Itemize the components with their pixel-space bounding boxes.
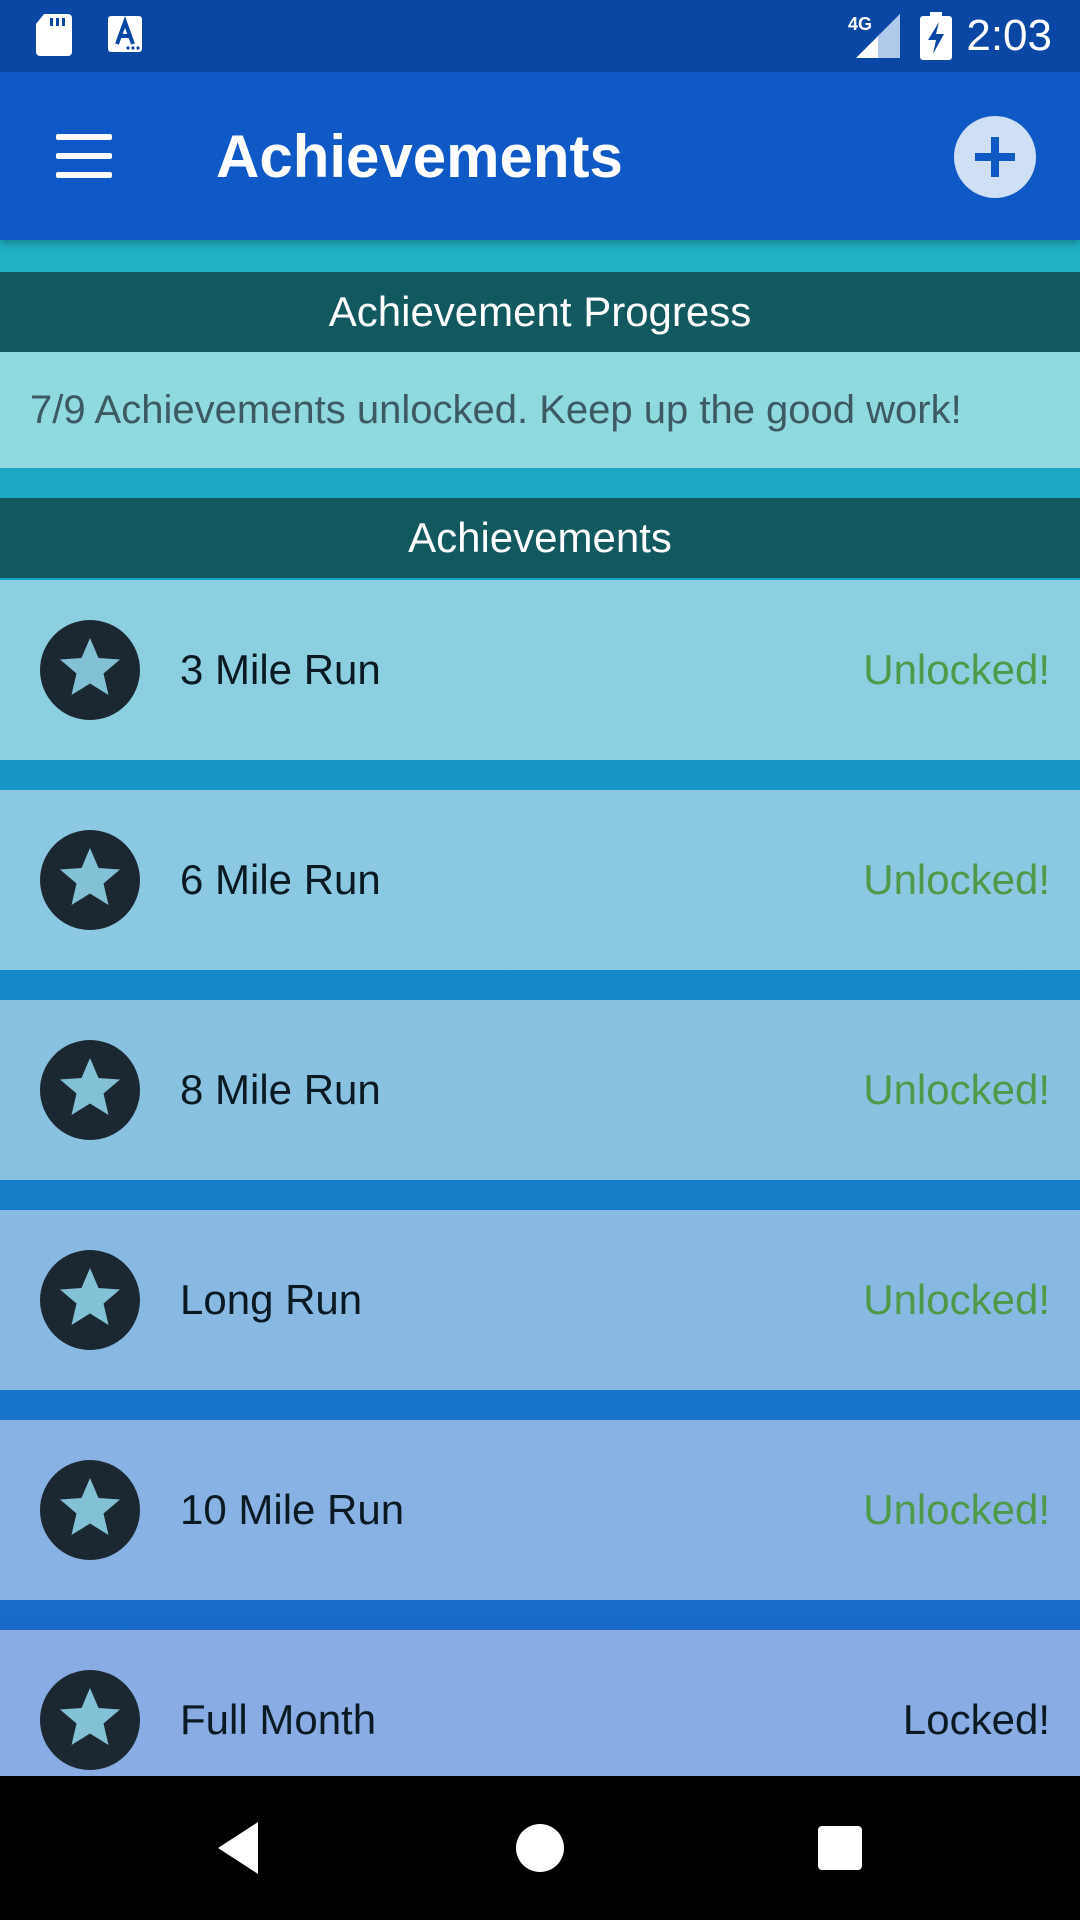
hamburger-menu-icon[interactable]: [42, 124, 118, 188]
achievement-status: Unlocked!: [863, 646, 1050, 693]
achievement-name: Full Month: [180, 1696, 377, 1743]
page-title: Achievements: [216, 123, 623, 190]
achievement-row[interactable]: Long Run Unlocked!: [0, 1210, 1080, 1390]
achievements-header: Achievements: [0, 498, 1080, 578]
achievement-status: Unlocked!: [863, 1066, 1050, 1113]
achievement-row[interactable]: 8 Mile Run Unlocked!: [0, 1000, 1080, 1180]
star-badge-icon: [40, 1040, 140, 1140]
home-icon[interactable]: [508, 1816, 572, 1880]
achievement-status: Unlocked!: [863, 1486, 1050, 1533]
sd-card-icon: [36, 14, 72, 56]
progress-header: Achievement Progress: [0, 272, 1080, 352]
achievement-row[interactable]: 10 Mile Run Unlocked!: [0, 1420, 1080, 1600]
recents-icon[interactable]: [808, 1816, 872, 1880]
achievement-status: Unlocked!: [863, 1276, 1050, 1323]
achievement-name: 10 Mile Run: [180, 1486, 405, 1533]
status-bar: 4G 2:03: [0, 0, 1080, 72]
achievement-status: Locked!: [902, 1696, 1050, 1743]
star-badge-icon: [40, 1250, 140, 1350]
star-badge-icon: [40, 1670, 140, 1770]
progress-text: 7/9 Achievements unlocked. Keep up the g…: [0, 352, 1080, 468]
a-notification-icon: [108, 16, 142, 52]
achievement-row[interactable]: Full Month Locked!: [0, 1630, 1080, 1776]
achievement-name: 8 Mile Run: [180, 1066, 381, 1113]
achievement-row[interactable]: 3 Mile Run Unlocked!: [0, 580, 1080, 760]
add-button[interactable]: [954, 116, 1036, 198]
achievement-status: Unlocked!: [863, 856, 1050, 903]
status-time: 2:03: [966, 11, 1052, 60]
back-icon[interactable]: [210, 1816, 274, 1880]
signal-icon: 4G: [848, 14, 900, 58]
star-badge-icon: [40, 1460, 140, 1560]
achievement-name: Long Run: [180, 1276, 363, 1323]
battery-charging-icon: [920, 12, 952, 60]
system-nav-bar: [0, 1776, 1080, 1920]
achievement-row[interactable]: 6 Mile Run Unlocked!: [0, 790, 1080, 970]
app-screen: 4G 2:03 Achievements Achievement Progres…: [0, 0, 1080, 1776]
star-badge-icon: [40, 830, 140, 930]
achievement-name: 3 Mile Run: [180, 646, 381, 693]
achievement-name: 6 Mile Run: [180, 856, 381, 903]
network-type-label: 4G: [848, 14, 872, 34]
star-badge-icon: [40, 620, 140, 720]
app-bar: Achievements: [0, 72, 1080, 240]
